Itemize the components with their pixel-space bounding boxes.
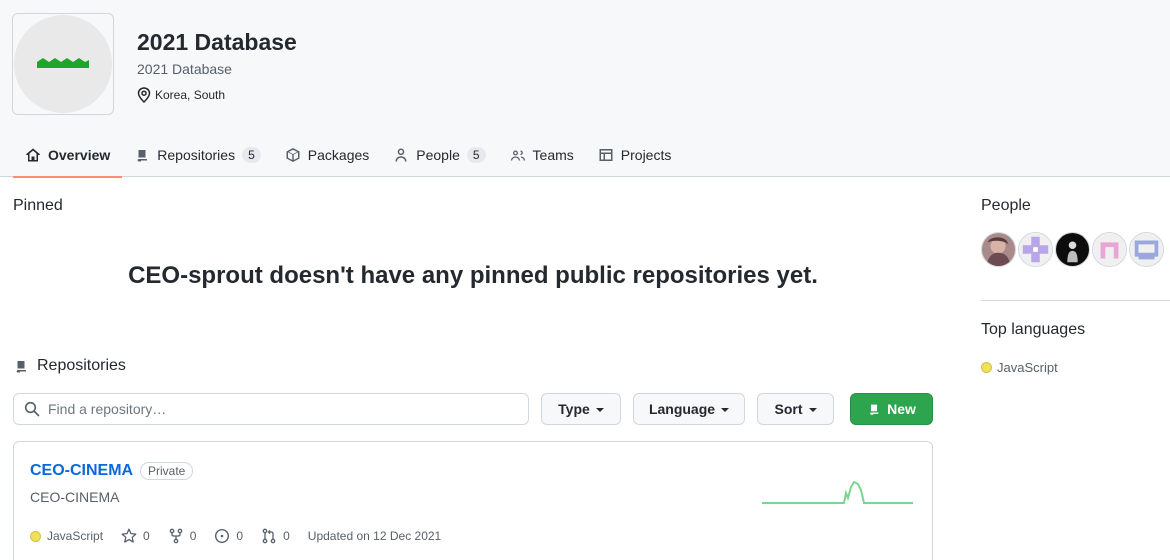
repository-description: CEO-CINEMA — [30, 489, 120, 505]
avatar[interactable] — [981, 232, 1016, 267]
tab-label: Repositories — [157, 147, 236, 163]
language-color-dot — [981, 362, 992, 373]
repository-updated: Updated on 12 Dec 2021 — [307, 529, 442, 543]
top-languages-heading: Top languages — [981, 321, 1086, 338]
org-nav-tabs: Overview Repositories 5 Packages People … — [13, 133, 684, 178]
org-name: 2021 Database — [137, 29, 297, 55]
avatar[interactable] — [1092, 232, 1127, 267]
people-icon — [510, 150, 525, 161]
repository-card: CEO-CINEMA Private CEO-CINEMA JavaScript… — [13, 441, 933, 560]
tab-label: Overview — [48, 147, 111, 163]
repository-search — [13, 393, 529, 425]
language-filter-button[interactable]: Language — [633, 393, 745, 425]
green-zigzag-logo-icon — [37, 58, 89, 68]
activity-sparkline — [762, 480, 913, 504]
home-icon — [26, 148, 40, 162]
avatar-purple-cross-icon — [1019, 233, 1052, 266]
location-pin-icon — [137, 87, 151, 103]
pull-requests-count[interactable]: 0 — [261, 528, 290, 544]
chevron-down-icon — [721, 408, 730, 412]
people-count-badge: 5 — [466, 147, 486, 163]
language-filter-label: Language — [648, 401, 716, 417]
repo-icon — [16, 359, 26, 373]
top-language-name: JavaScript — [997, 360, 1058, 375]
pinned-empty-message: CEO-sprout doesn't have any pinned publi… — [128, 262, 818, 289]
repo-icon — [137, 148, 148, 162]
forks-count[interactable]: 0 — [168, 528, 197, 544]
language-color-dot — [30, 530, 41, 542]
top-language-item: JavaScript — [981, 360, 1058, 375]
stars-value: 0 — [143, 529, 150, 543]
avatar[interactable] — [1055, 232, 1090, 267]
pull-request-icon — [262, 528, 276, 544]
tab-packages[interactable]: Packages — [273, 133, 381, 177]
visibility-badge: Private — [140, 462, 194, 480]
repository-language: JavaScript — [30, 529, 103, 543]
issue-icon — [215, 528, 230, 544]
tab-label: Packages — [307, 147, 370, 163]
tab-people[interactable]: People 5 — [381, 133, 497, 177]
new-button-label: New — [887, 401, 916, 417]
search-icon — [24, 401, 40, 417]
repository-name-link[interactable]: CEO-CINEMA — [30, 462, 133, 480]
avatar-pink-arch-icon — [1093, 233, 1126, 266]
language-name: JavaScript — [47, 529, 104, 543]
avatar[interactable] — [1018, 232, 1053, 267]
org-location-text: Korea, South — [155, 88, 226, 102]
avatar-photo-icon — [982, 233, 1015, 266]
org-header: 2021 Database 2021 Database Korea, South… — [0, 0, 1170, 178]
chevron-down-icon — [595, 408, 604, 412]
new-repository-button[interactable]: New — [850, 393, 933, 425]
tab-repositories[interactable]: Repositories 5 — [122, 133, 273, 177]
repositories-count-badge: 5 — [242, 147, 261, 163]
sidebar-divider — [981, 300, 1170, 301]
org-avatar-image — [14, 15, 112, 113]
people-avatars — [981, 232, 1164, 267]
tab-overview[interactable]: Overview — [13, 133, 123, 178]
avatar-blue-window-icon — [1130, 233, 1163, 266]
sort-label: Sort — [774, 401, 803, 417]
tab-projects[interactable]: Projects — [586, 133, 684, 177]
star-icon — [121, 528, 137, 543]
chevron-down-icon — [808, 408, 817, 412]
tab-label: Teams — [532, 147, 574, 163]
repository-meta: JavaScript 0 0 0 0 Updated on 12 Dec 202… — [30, 528, 441, 544]
fork-icon — [169, 528, 183, 544]
forks-value: 0 — [189, 529, 197, 543]
repo-icon — [869, 403, 879, 415]
tab-label: People — [416, 147, 460, 163]
pull-requests-value: 0 — [283, 529, 290, 543]
tab-label: Projects — [620, 147, 672, 163]
sidebar-people-heading: People — [981, 197, 1031, 214]
pinned-heading: Pinned — [13, 197, 63, 214]
stars-count[interactable]: 0 — [121, 528, 150, 544]
org-description: 2021 Database — [137, 61, 232, 77]
issues-count[interactable]: 0 — [214, 528, 243, 544]
avatar[interactable] — [1129, 232, 1164, 267]
org-location: Korea, South — [137, 87, 225, 103]
tab-teams[interactable]: Teams — [498, 133, 586, 177]
person-icon — [395, 148, 407, 162]
avatar-dark-figure-icon — [1056, 233, 1089, 266]
package-icon — [286, 148, 300, 162]
sort-button[interactable]: Sort — [757, 393, 834, 425]
org-avatar — [12, 13, 114, 115]
issues-value: 0 — [236, 529, 244, 543]
repositories-heading-label: Repositories — [37, 357, 126, 374]
type-filter-button[interactable]: Type — [541, 393, 621, 425]
type-filter-label: Type — [558, 401, 590, 417]
table-icon — [599, 149, 613, 161]
repositories-heading: Repositories — [13, 357, 126, 375]
repository-search-input[interactable] — [48, 401, 508, 417]
